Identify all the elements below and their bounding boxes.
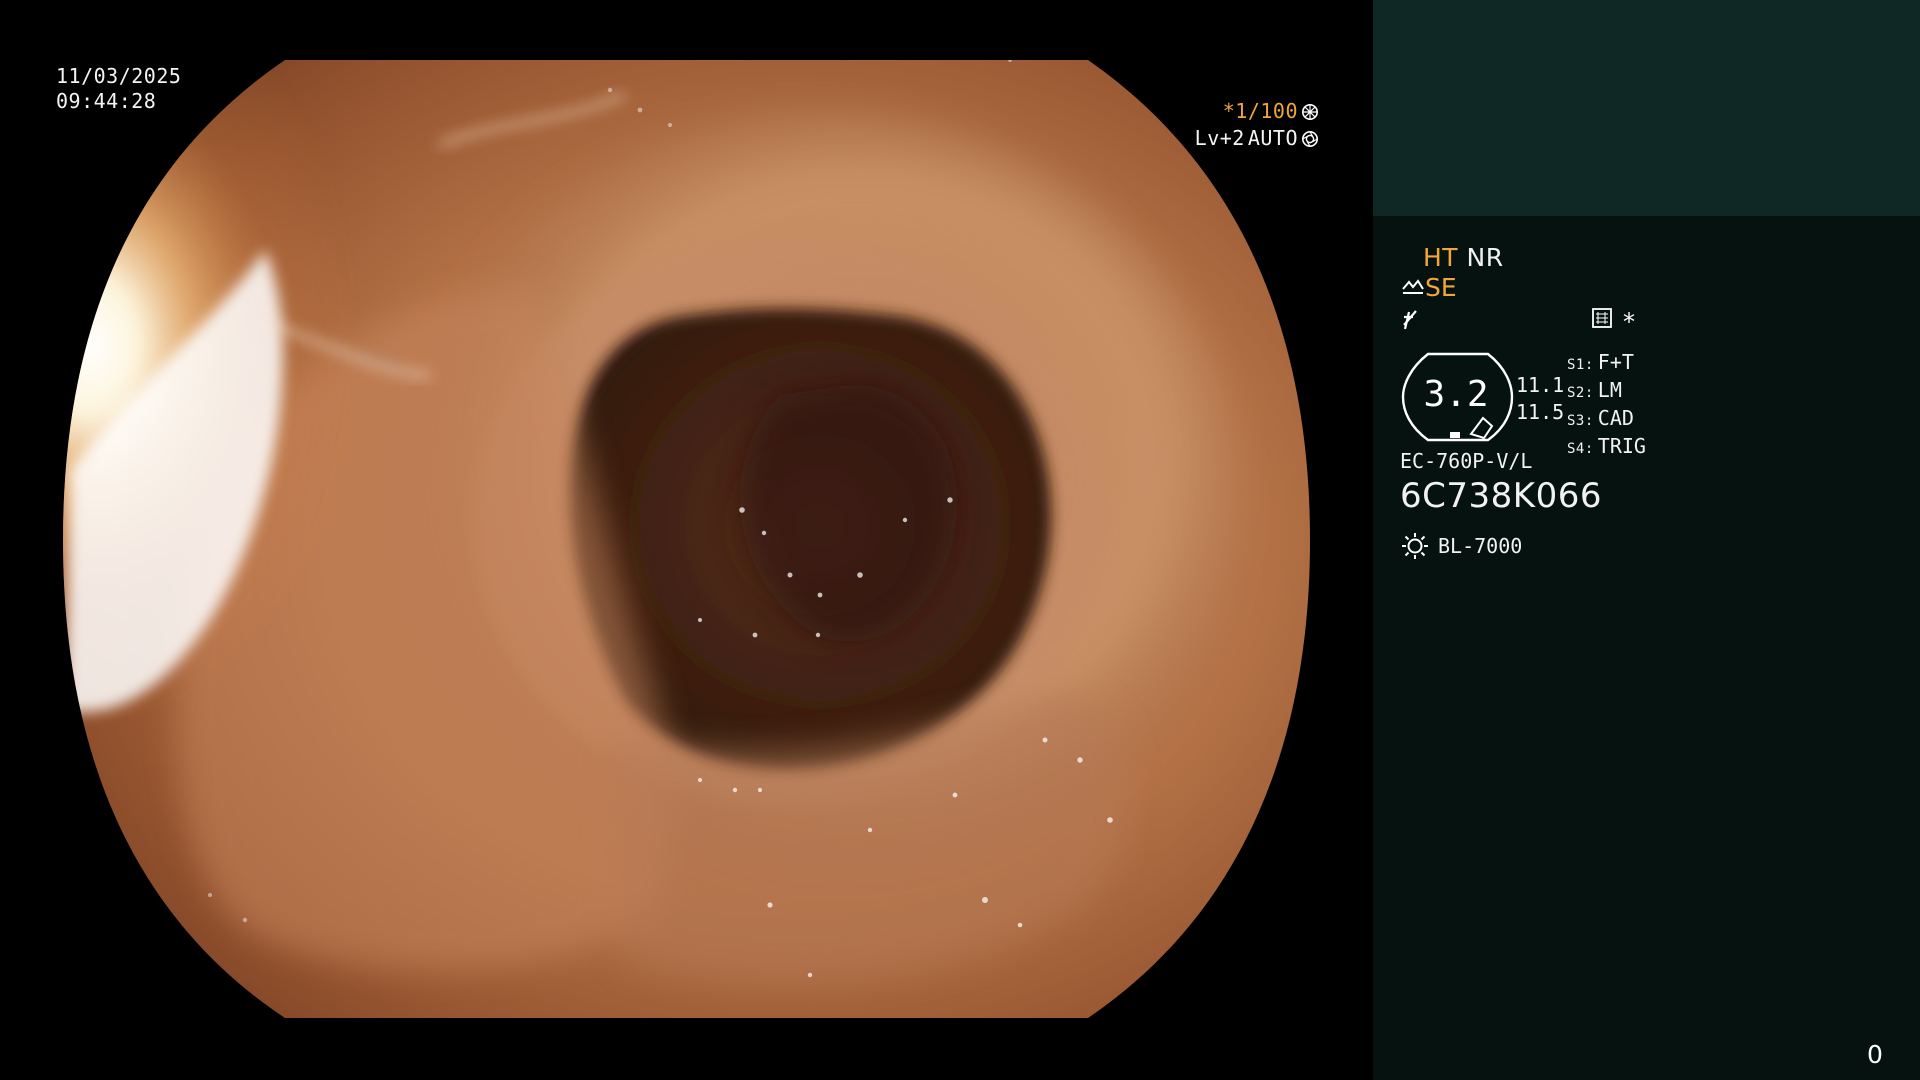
time-text: 09:44:28 (56, 89, 157, 113)
side-value-top: 11.1 (1516, 373, 1565, 397)
switch-assignment-list: S1: F+T S2: LM S3: CAD S4: TRIG (1567, 350, 1646, 462)
exposure-readout: *1/100 Lv+2 AUTO (1195, 98, 1319, 152)
shutter-icon (1301, 103, 1319, 120)
lens-value-text: 3.2 (1423, 374, 1489, 415)
structure-enhance-icon (1402, 278, 1424, 294)
scope-serial-text: 6C738K066 (1400, 476, 1602, 516)
ht-mode-text: HT (1423, 243, 1459, 272)
switch-value: F+T (1597, 350, 1634, 374)
switch-s2-row: S2: LM (1567, 378, 1646, 406)
light-source-text: BL-7000 (1438, 534, 1523, 558)
info-panel-header (1373, 0, 1920, 216)
switch-s1-row: S1: F+T (1567, 350, 1646, 378)
menu-list-icon (1592, 308, 1612, 328)
structure-enhance-row: SE (1401, 273, 1457, 302)
side-value-bottom: 11.5 (1516, 400, 1565, 424)
endoscope-view: 11/03/2025 09:44:28 *1/100 Lv+2 AUTO (0, 0, 1373, 1080)
nr-mode-text: NR (1466, 243, 1504, 272)
asterisk-text: * (1623, 308, 1635, 336)
switch-s3-row: S3: CAD (1567, 406, 1646, 434)
datetime-display: 11/03/2025 09:44:28 (56, 64, 181, 114)
image-mode-row: HT NR (1423, 243, 1504, 272)
light-level-text: Lv+2 (1194, 126, 1245, 150)
scope-model-text: EC-760P-V/L (1400, 449, 1533, 473)
switch-value: LM (1597, 378, 1622, 402)
image-counter: 0 (1867, 1040, 1883, 1069)
light-source-row: BL-7000 (1400, 531, 1522, 561)
lens-status-box: 3.2 (1400, 350, 1516, 444)
lens-side-values: 11.1 11.5 (1516, 372, 1564, 426)
switch-key: S4: (1567, 441, 1594, 457)
date-text: 11/03/2025 (56, 64, 182, 88)
switch-key: S3: (1567, 413, 1594, 429)
iris-mode-text: AUTO (1247, 126, 1298, 150)
light-source-icon (1402, 533, 1428, 559)
switch-value: CAD (1597, 406, 1634, 430)
iris-icon (1301, 130, 1319, 147)
switch-value: TRIG (1597, 434, 1646, 458)
switch-s4-row: S4: TRIG (1567, 434, 1646, 462)
shutter-speed-row: *1/100 (1195, 98, 1319, 125)
color-shift-icon (1403, 310, 1417, 330)
se-mode-text: SE (1425, 273, 1457, 302)
setting-icons-row: * (1403, 308, 1635, 336)
light-level-row: Lv+2 AUTO (1195, 125, 1319, 152)
switch-key: S2: (1567, 385, 1594, 401)
endoscope-info-panel: HT NR SE * 3.2 11.1 11.5 S1: F+T S2: LM … (1373, 0, 1920, 1080)
shutter-speed-text: *1/100 (1222, 99, 1298, 123)
endoscopic-image (0, 0, 1373, 1080)
switch-key: S1: (1567, 357, 1594, 373)
